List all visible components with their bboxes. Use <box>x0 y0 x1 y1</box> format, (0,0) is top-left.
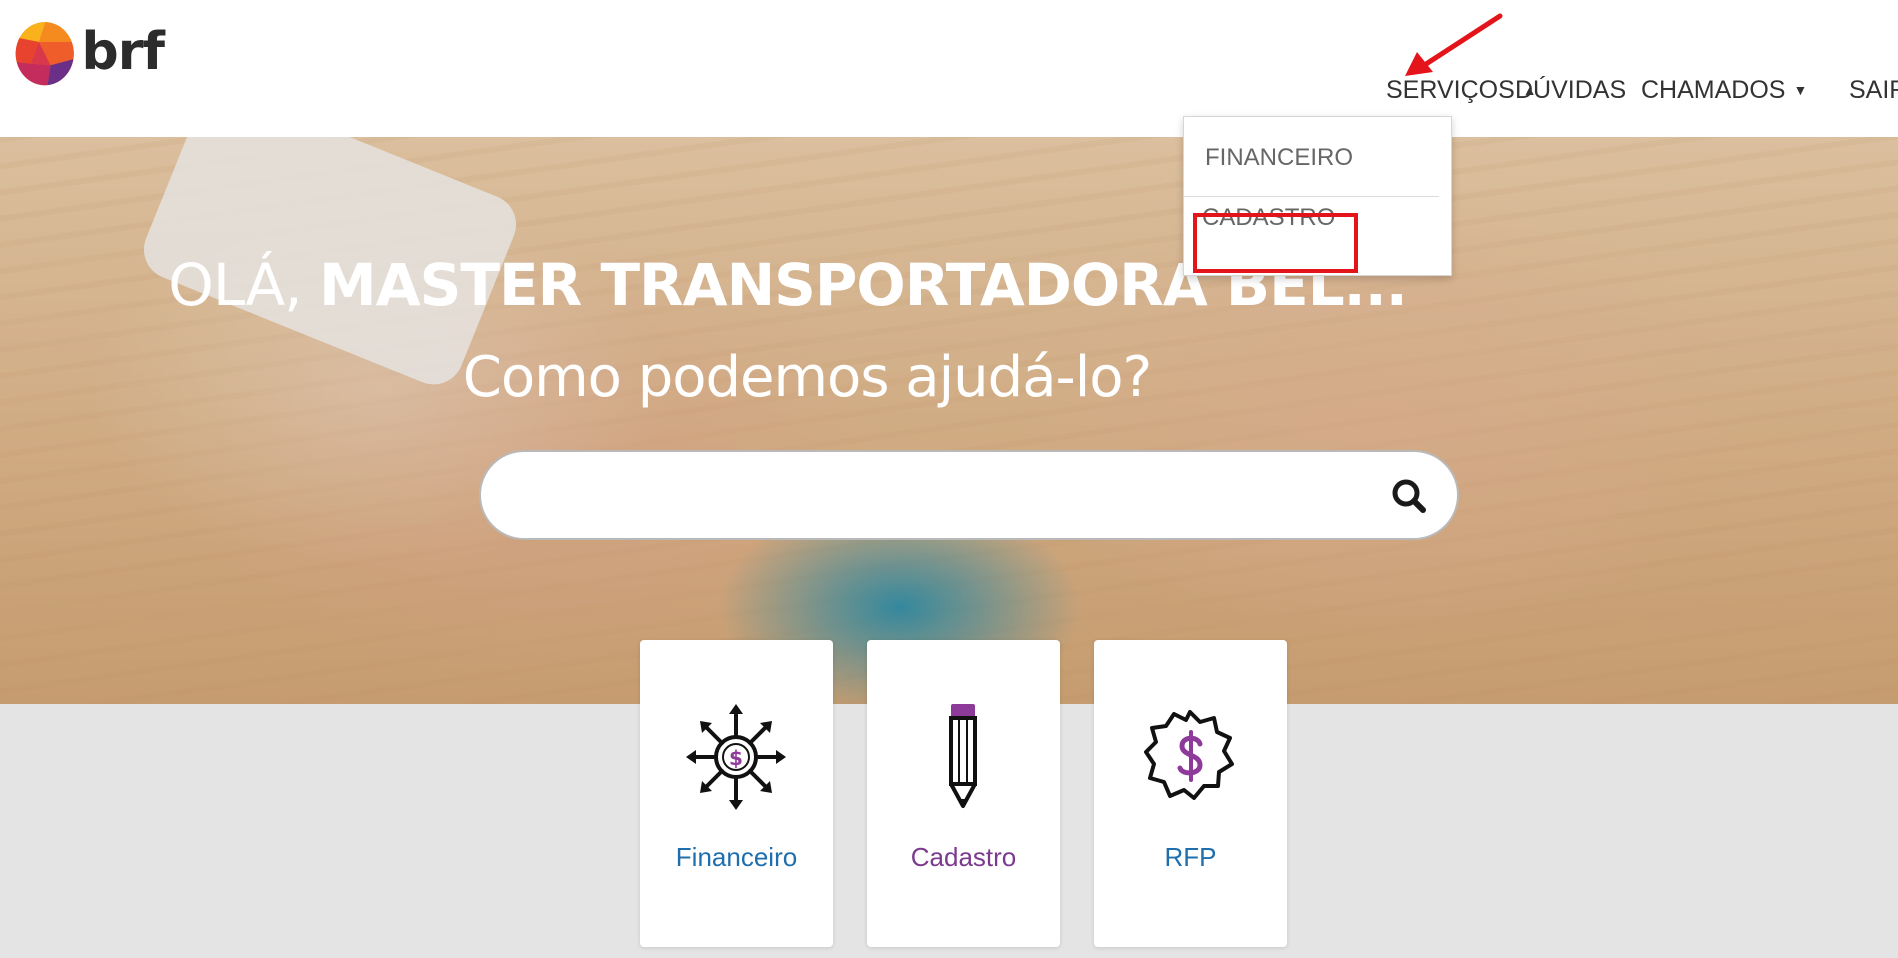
site-header: brf SERVIÇOS ▲ DÚVIDAS CHAMADOS ▼ SAIR <box>0 0 1898 137</box>
card-cadastro[interactable]: Cadastro <box>867 640 1060 947</box>
money-network-icon: $ <box>686 704 786 810</box>
card-rfp[interactable]: RFP <box>1094 640 1287 947</box>
nav-chamados-label: CHAMADOS <box>1641 75 1786 104</box>
search-bar[interactable] <box>479 450 1459 540</box>
dropdown-item-financeiro[interactable]: FINANCEIRO <box>1184 119 1439 197</box>
nav-sair[interactable]: SAIR <box>1849 76 1898 105</box>
caret-down-icon: ▼ <box>1793 82 1808 98</box>
badge-dollar-icon <box>1144 710 1234 800</box>
nav-sair-label: SAIR <box>1849 75 1898 104</box>
hero-overlay <box>0 137 1898 704</box>
card-financeiro-label: Financeiro <box>675 842 798 872</box>
card-financeiro[interactable]: $ Financeiro <box>640 640 833 947</box>
search-icon[interactable] <box>1389 476 1429 516</box>
annotation-arrow-icon <box>1405 13 1503 76</box>
greeting-prefix: OLÁ, <box>168 251 302 319</box>
nav-chamados[interactable]: CHAMADOS ▼ <box>1641 76 1807 105</box>
card-rfp-label: RFP <box>1164 842 1217 872</box>
pencil-icon <box>949 704 977 808</box>
dropdown-item-financeiro-label: FINANCEIRO <box>1205 143 1354 171</box>
search-input[interactable] <box>521 470 1371 522</box>
card-cadastro-label: Cadastro <box>910 842 1017 872</box>
brf-logo-text: brf <box>81 22 165 82</box>
brf-logo[interactable]: brf <box>14 8 165 96</box>
svg-text:$: $ <box>729 746 743 770</box>
hero-banner: OLÁ, MASTER TRANSPORTADORA BEL... Como p… <box>0 137 1898 704</box>
annotation-highlight-box <box>1193 213 1358 273</box>
hero-subtitle: Como podemos ajudá-lo? <box>462 345 1153 410</box>
nav-duvidas[interactable]: DÚVIDAS <box>1515 76 1626 105</box>
brf-logo-icon <box>15 22 74 86</box>
nav-duvidas-label: DÚVIDAS <box>1515 75 1627 104</box>
